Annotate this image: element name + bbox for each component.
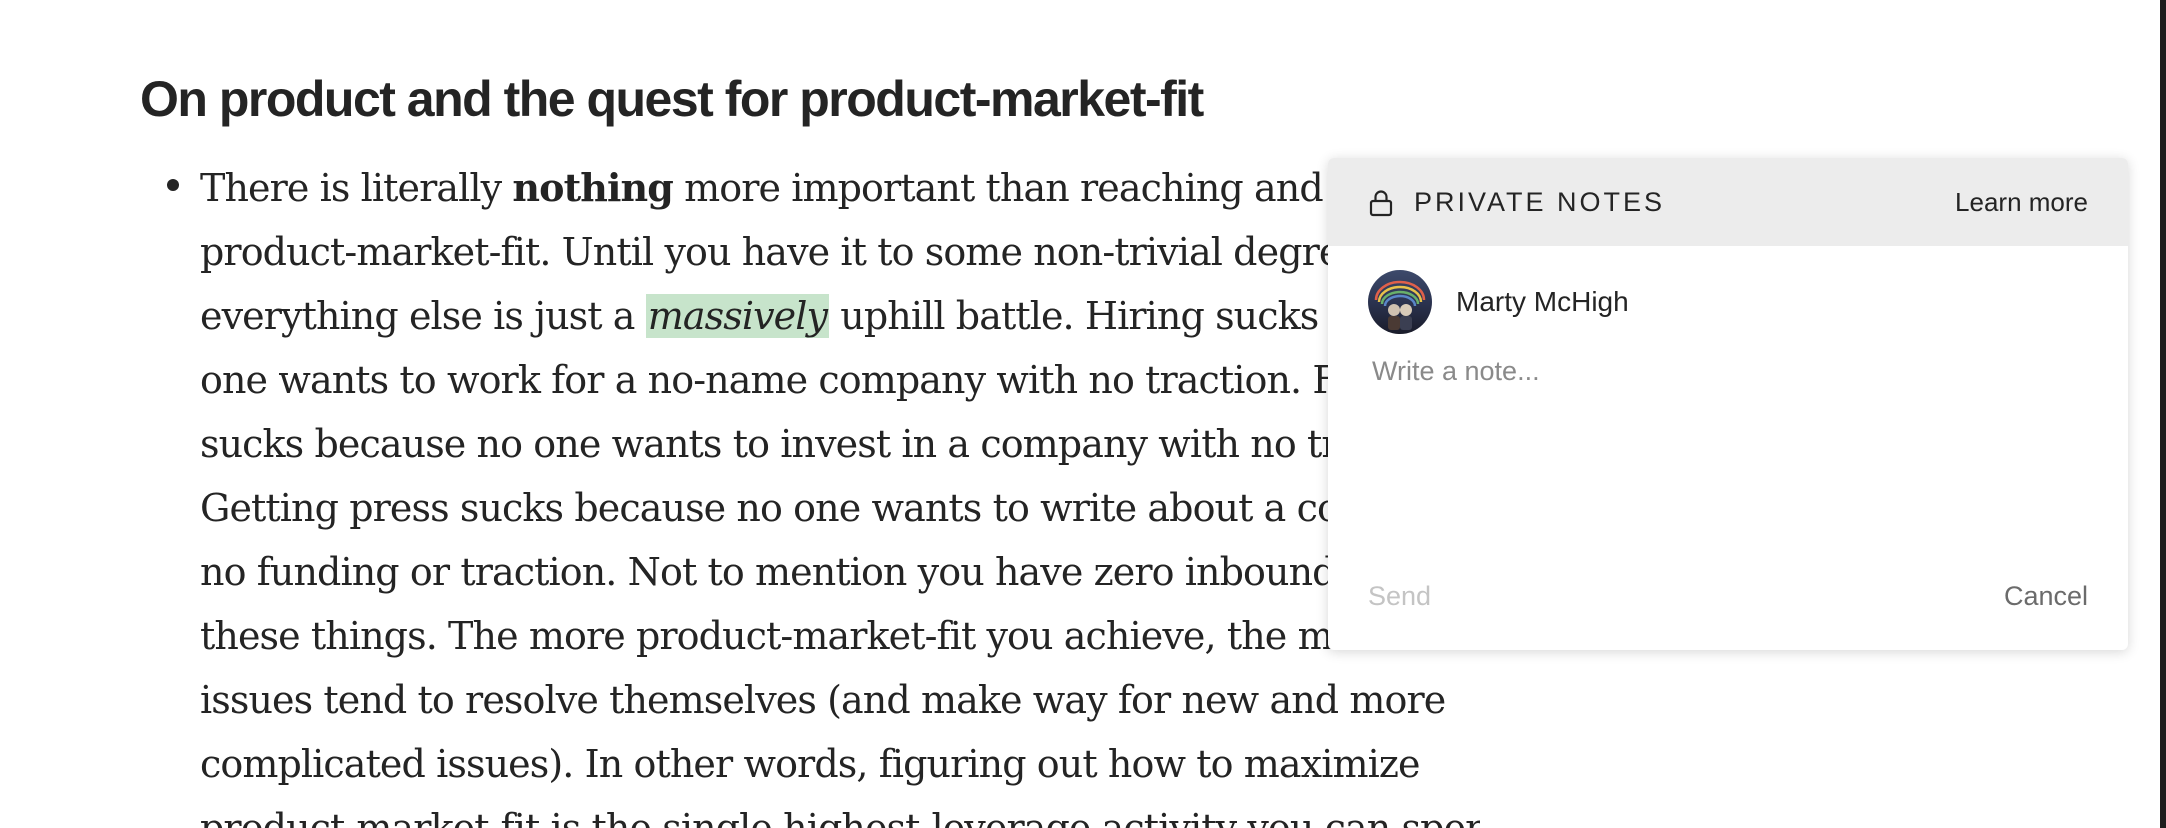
article-body: On product and the quest for product-mar… [140,0,1480,828]
text-run: more important than reaching and ma [672,166,1392,210]
avatar [1368,270,1432,334]
paragraph-line: product-market-fit is the single highest… [200,806,1480,828]
avatar-image [1368,270,1432,334]
paragraph-line: There is literally nothing more importan… [200,156,1480,220]
send-button[interactable]: Send [1368,576,1431,616]
cancel-button[interactable]: Cancel [2004,576,2088,616]
note-input[interactable] [1360,348,2114,554]
paragraph-line: no funding or traction. Not to mention y… [200,550,1383,594]
paragraph-line: everything else is just a massively uphi… [200,284,1480,348]
author-name: Marty McHigh [1456,286,1629,317]
notes-title: PRIVATE NOTES [1414,187,1666,217]
notes-header: PRIVATE NOTES Learn more [1328,158,2128,246]
paragraph-line: product-market-fit. Until you have it to… [200,230,1374,274]
text-run: everything else is just a [200,294,646,338]
paragraph-line: these things. The more product-market-fi… [200,614,1394,658]
text-run: There is literally [200,166,513,210]
bullet-list: There is literally nothing more importan… [140,156,1480,828]
window-edge [2160,0,2166,828]
lock-icon [1369,190,1393,217]
paragraph-line: complicated issues). In other words, fig… [200,742,1420,786]
learn-more-link[interactable]: Learn more [1955,158,2088,246]
paragraph-line: Getting press sucks because no one wants… [200,486,1398,530]
list-item: There is literally nothing more importan… [140,156,1480,828]
author-row: Marty McHigh [1368,270,1629,334]
paragraph-line: one wants to work for a no-name company … [200,358,1380,402]
highlighted-text[interactable]: massively [645,294,830,338]
section-heading: On product and the quest for product-mar… [140,71,1204,127]
private-notes-panel: PRIVATE NOTES Learn more Marty McHigh Wr… [1328,158,2128,650]
paragraph-line: issues tend to resolve themselves (and m… [200,678,1446,722]
bold-text: nothing [512,165,673,210]
paragraph-line: sucks because no one wants to invest in … [200,422,1396,466]
bullet-dot [167,179,179,191]
